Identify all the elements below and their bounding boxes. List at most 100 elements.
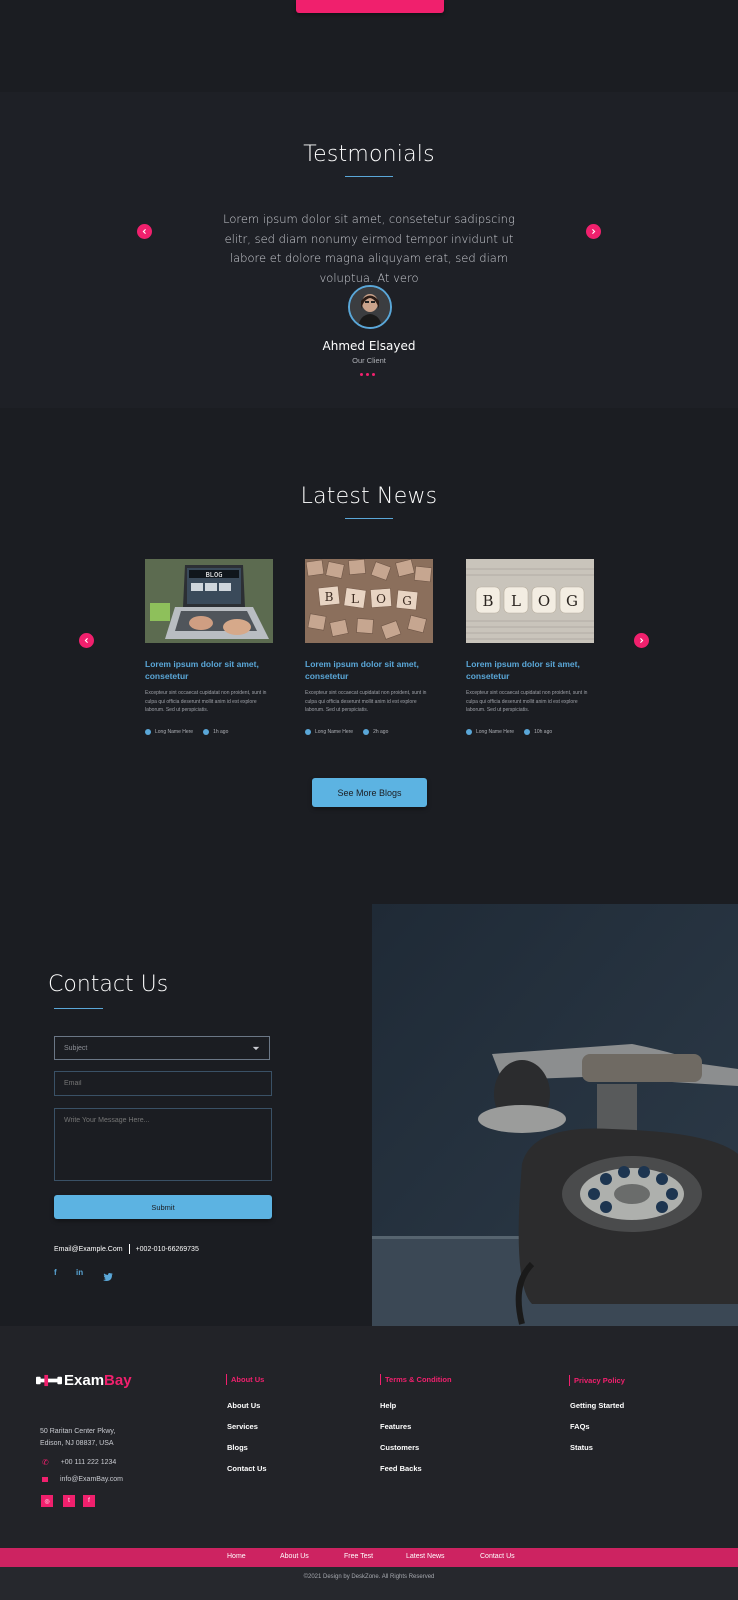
clock-icon [363, 728, 370, 735]
svg-text:L: L [351, 592, 359, 606]
phone-icon: ✆ [42, 1458, 49, 1467]
footer-col-heading: Terms & Condition [380, 1374, 452, 1385]
chevron-down-icon [252, 1046, 260, 1050]
svg-text:O: O [376, 592, 386, 606]
svg-text:G: G [566, 592, 578, 610]
user-icon [466, 728, 472, 735]
news-card-title[interactable]: Lorem ipsum dolor sit amet, consetetur [145, 658, 273, 682]
svg-text:BLOG: BLOG [206, 571, 223, 579]
bottom-nav-link[interactable]: Home [227, 1553, 246, 1560]
chevron-right-icon [592, 229, 596, 234]
see-more-blogs-button[interactable]: See More Blogs [312, 778, 427, 807]
testimonial-next-button[interactable] [586, 224, 601, 239]
footer-logo[interactable]: Exam Bay [36, 1372, 132, 1389]
title-underline [54, 1008, 103, 1009]
user-icon [305, 728, 311, 735]
svg-text:B: B [325, 590, 334, 604]
top-cta-button[interactable] [296, 0, 444, 13]
chevron-left-icon [142, 229, 146, 234]
news-card-author: Long Name Here [476, 728, 515, 735]
dumbbell-logo-icon [36, 1374, 62, 1387]
news-card-time: 2h ago [373, 728, 389, 735]
testimonial-prev-button[interactable] [137, 224, 152, 239]
telephone-image [372, 904, 738, 1326]
linkedin-icon[interactable]: in [76, 1268, 83, 1277]
news-card[interactable]: B L O G Lorem ipsum dolor sit amet, consete… [305, 559, 433, 735]
footer-link[interactable]: Features [380, 1422, 411, 1431]
footer-email[interactable]: info@ExamBay.com [42, 1476, 123, 1483]
news-card-image: BLOG [305, 559, 433, 643]
testimonials-title: Testmonials [303, 142, 435, 167]
news-card-image: BLOG [145, 559, 273, 643]
svg-text:B: B [482, 592, 493, 610]
news-title: Latest News [300, 484, 438, 509]
facebook-icon[interactable]: f [83, 1495, 95, 1507]
footer-link[interactable]: Services [227, 1422, 258, 1431]
bottom-nav-link[interactable]: Contact Us [480, 1553, 515, 1560]
footer-link[interactable]: Blogs [227, 1443, 248, 1452]
chevron-right-icon [640, 638, 644, 643]
copyright-bar [0, 1567, 738, 1600]
footer-link[interactable]: Contact Us [227, 1464, 267, 1473]
footer-link[interactable]: Help [380, 1401, 396, 1410]
news-card-title[interactable]: Lorem ipsum dolor sit amet, consetetur [305, 658, 433, 682]
footer-link[interactable]: Feed Backs [380, 1464, 422, 1473]
twitter-icon[interactable] [103, 1268, 113, 1286]
latest-news-section: Latest News BLOG Lorem ipsum dolor sit a… [0, 408, 738, 904]
news-card-title[interactable]: Lorem ipsum dolor sit amet, consetetur [466, 658, 594, 682]
footer-link[interactable]: Customers [380, 1443, 419, 1452]
footer-link[interactable]: Getting Started [570, 1401, 624, 1410]
chevron-left-icon [84, 638, 88, 643]
client-avatar [348, 285, 392, 329]
mail-icon [42, 1477, 48, 1482]
message-textarea[interactable] [54, 1108, 272, 1181]
subject-select-value: Subject [64, 1044, 88, 1052]
title-underline [345, 176, 393, 177]
instagram-icon[interactable]: ◎ [41, 1495, 53, 1507]
footer-link[interactable]: About Us [227, 1401, 260, 1410]
top-section [0, 0, 738, 92]
news-next-button[interactable] [634, 633, 649, 648]
news-card-time: 1h ago [213, 728, 229, 735]
news-card-excerpt: Excepteur sint occaecat cupidatat non pr… [466, 690, 588, 713]
bottom-nav-link[interactable]: Latest News [406, 1553, 445, 1560]
facebook-icon[interactable]: f [54, 1268, 57, 1277]
subject-select[interactable]: Subject [54, 1036, 270, 1060]
logo-text-part2: Bay [104, 1372, 132, 1389]
contact-phone[interactable]: +002-010-66269735 [136, 1246, 199, 1253]
footer-phone[interactable]: ✆ +00 111 222 1234 [42, 1458, 116, 1467]
news-card-excerpt: Excepteur sint occaecat cupidatat non pr… [145, 690, 267, 713]
bottom-nav-link[interactable]: About Us [280, 1553, 309, 1560]
bottom-nav-link[interactable]: Free Test [344, 1553, 373, 1560]
svg-text:G: G [402, 594, 412, 608]
user-icon [145, 728, 151, 735]
news-card-image: BLOG [466, 559, 594, 643]
news-prev-button[interactable] [79, 633, 94, 648]
news-card[interactable]: BLOG Lorem ipsum dolor sit amet, consete… [145, 559, 273, 735]
logo-text-part1: Exam [64, 1372, 105, 1389]
clock-icon [524, 728, 531, 735]
footer-link[interactable]: Status [570, 1443, 593, 1452]
twitter-icon[interactable]: t [63, 1495, 75, 1507]
news-card-author: Long Name Here [155, 728, 194, 735]
contact-title: Contact Us [48, 972, 169, 997]
news-card-author: Long Name Here [315, 728, 354, 735]
news-card-meta: Long Name Here 1h ago [145, 728, 273, 735]
testimonial-quote: Lorem ipsum dolor sit amet, consetetur s… [223, 212, 515, 285]
submit-button[interactable]: Submit [54, 1195, 272, 1219]
news-card-meta: Long Name Here 2h ago [305, 728, 433, 735]
client-name: Ahmed Elsayed [322, 339, 416, 353]
contact-email[interactable]: Email@Example.Com [54, 1246, 123, 1253]
svg-text:L: L [511, 592, 521, 610]
client-role: Our Client [352, 356, 386, 365]
news-card-time: 10h ago [534, 728, 553, 735]
news-card-meta: Long Name Here 10h ago [466, 728, 594, 735]
svg-text:O: O [538, 592, 550, 610]
carousel-dots[interactable] [360, 373, 380, 377]
footer-col-heading: About Us [226, 1374, 264, 1385]
clock-icon [203, 728, 210, 735]
footer-link[interactable]: FAQs [570, 1422, 590, 1431]
email-input[interactable] [54, 1071, 272, 1096]
news-card[interactable]: BLOG Lorem ipsum dolor sit amet, consete… [466, 559, 594, 735]
title-underline [345, 518, 393, 519]
